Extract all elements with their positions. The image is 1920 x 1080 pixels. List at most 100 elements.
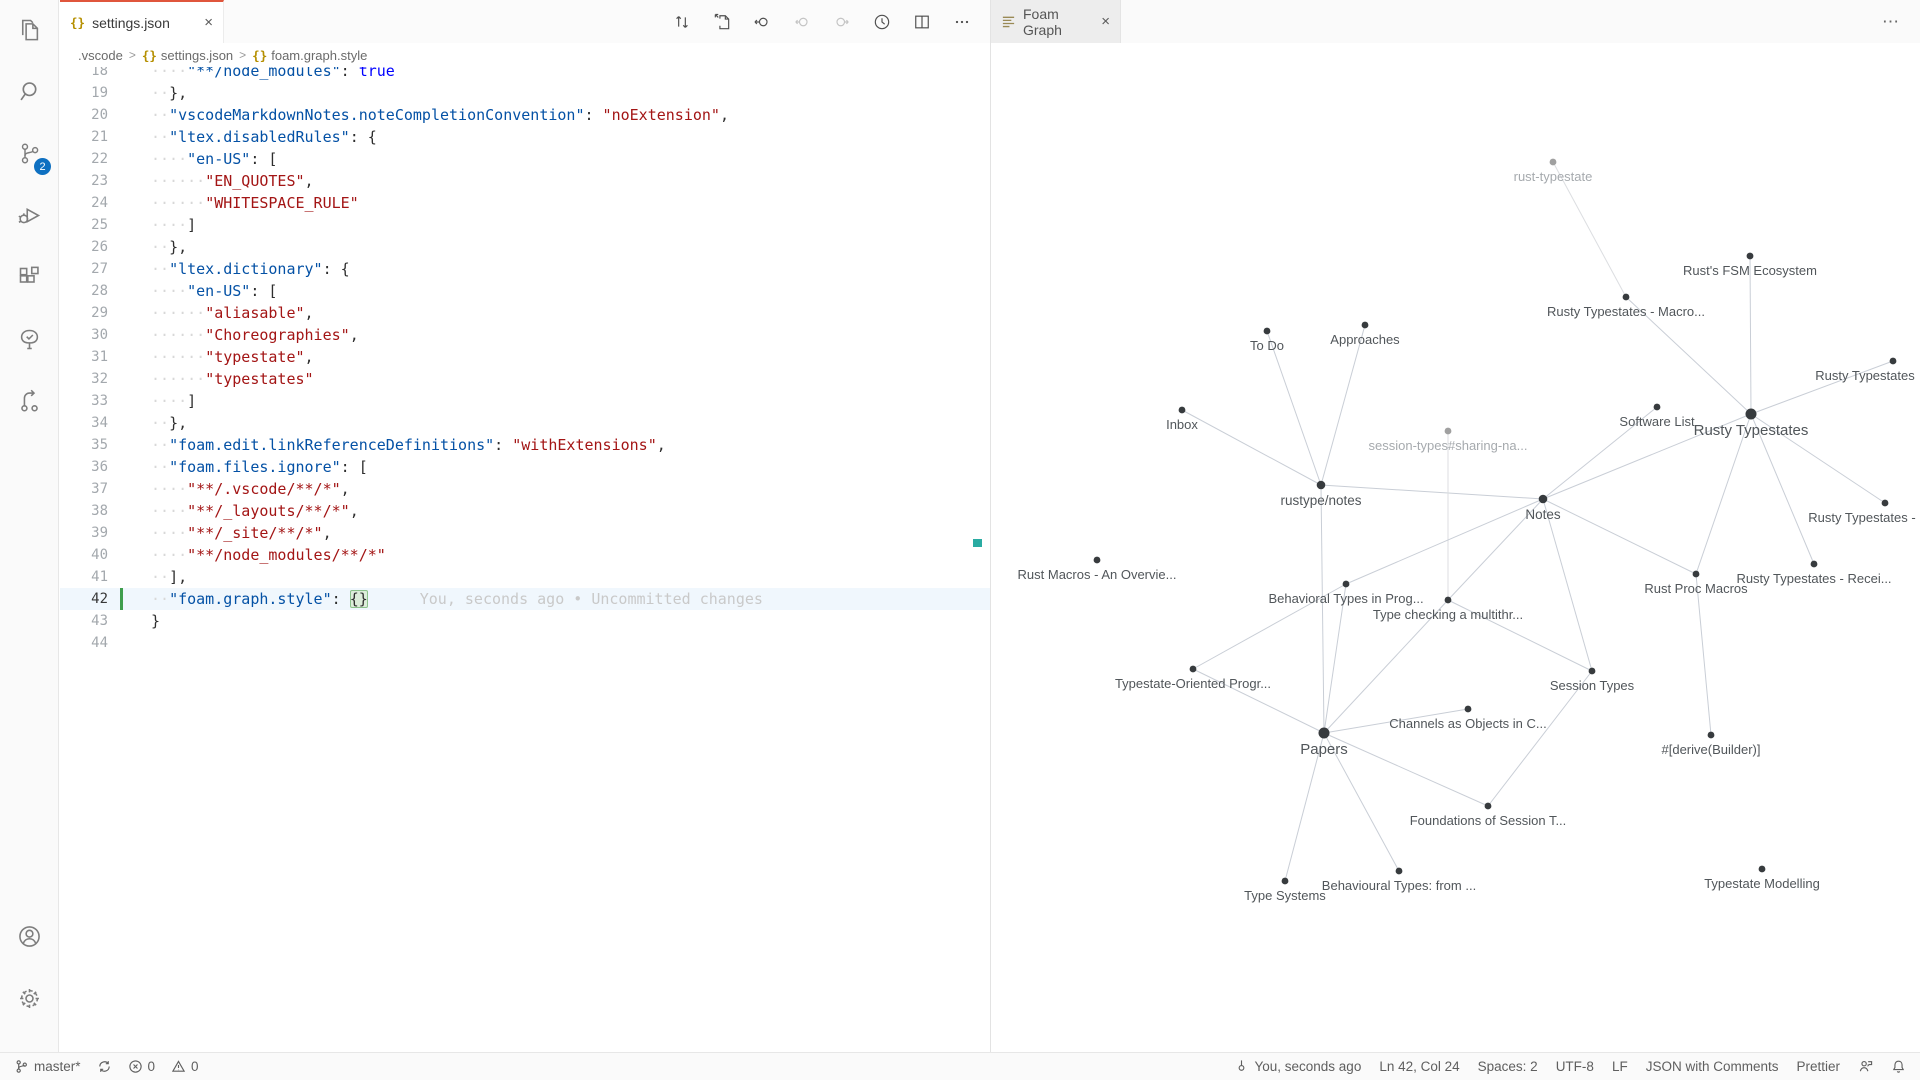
code-text: ····"**/node_modules/**/*" xyxy=(151,544,386,566)
graph-node[interactable] xyxy=(1396,868,1403,875)
code-line[interactable]: 24······"WHITESPACE_RULE" xyxy=(60,192,990,214)
split-editor-icon[interactable] xyxy=(912,12,932,32)
status-item-problems-errors[interactable]: 0 xyxy=(128,1059,156,1074)
graph-node[interactable] xyxy=(1319,728,1330,739)
previous-change-icon[interactable] xyxy=(752,12,772,32)
code-line[interactable]: 44 xyxy=(60,632,990,654)
code-line[interactable]: 29······"aliasable", xyxy=(60,302,990,324)
activity-item-todo-tree[interactable] xyxy=(8,318,50,360)
code-line[interactable]: 33····] xyxy=(60,390,990,412)
graph-node[interactable] xyxy=(1693,571,1700,578)
breadcrumb-item[interactable]: .vscode xyxy=(78,48,123,63)
graph-node[interactable] xyxy=(1445,428,1452,435)
graph-node[interactable] xyxy=(1747,253,1754,260)
graph-node[interactable] xyxy=(1282,878,1289,885)
activity-item-extensions[interactable] xyxy=(8,256,50,298)
code-line[interactable]: 35··"foam.edit.linkReferenceDefinitions"… xyxy=(60,434,990,456)
status-item-blame-status[interactable]: You, seconds ago xyxy=(1234,1059,1361,1074)
code-line[interactable]: 23······"EN_QUOTES", xyxy=(60,170,990,192)
breadcrumb-item[interactable]: {}foam.graph.style xyxy=(252,48,367,63)
tab-settings-json[interactable]: {} settings.json × xyxy=(60,0,224,43)
graph-node-label: #[derive(Builder)] xyxy=(1662,742,1761,757)
code-line[interactable]: 20··"vscodeMarkdownNotes.noteCompletionC… xyxy=(60,104,990,126)
code-line[interactable]: 31······"typestate", xyxy=(60,346,990,368)
code-line[interactable]: 34··}, xyxy=(60,412,990,434)
status-item-eol[interactable]: LF xyxy=(1612,1059,1628,1074)
graph-node[interactable] xyxy=(1264,328,1271,335)
graph-node[interactable] xyxy=(1890,358,1897,365)
graph-node[interactable] xyxy=(1179,407,1186,414)
status-item-encoding[interactable]: UTF-8 xyxy=(1556,1059,1594,1074)
line-number: 25 xyxy=(60,214,118,236)
code-line[interactable]: 40····"**/node_modules/**/*" xyxy=(60,544,990,566)
code-line[interactable]: 26··}, xyxy=(60,236,990,258)
close-icon[interactable]: × xyxy=(204,14,213,31)
status-item-language-mode[interactable]: JSON with Comments xyxy=(1646,1059,1779,1074)
graph-node[interactable] xyxy=(1550,159,1557,166)
activity-item-explorer[interactable] xyxy=(8,8,50,50)
graph-node[interactable] xyxy=(1746,409,1757,420)
activity-item-search[interactable] xyxy=(8,70,50,112)
activity-item-account[interactable] xyxy=(8,915,50,957)
graph-node[interactable] xyxy=(1654,404,1661,411)
activity-item-gitlens[interactable] xyxy=(8,380,50,422)
code-line[interactable]: 30······"Choreographies", xyxy=(60,324,990,346)
editor-sash[interactable] xyxy=(990,0,991,1052)
git-compare-icon[interactable] xyxy=(672,12,692,32)
graph-node[interactable] xyxy=(1190,666,1197,673)
code-line[interactable]: 28····"en-US": [ xyxy=(60,280,990,302)
code-line[interactable]: 43} xyxy=(60,610,990,632)
graph-node[interactable] xyxy=(1317,481,1326,490)
code-line[interactable]: 27··"ltex.dictionary": { xyxy=(60,258,990,280)
graph-node[interactable] xyxy=(1539,495,1548,504)
graph-node[interactable] xyxy=(1094,557,1101,564)
status-item-sync[interactable] xyxy=(97,1059,112,1074)
graph-node[interactable] xyxy=(1362,322,1369,329)
graph-node[interactable] xyxy=(1445,597,1452,604)
graph-node[interactable] xyxy=(1485,803,1492,810)
tab-foam-graph[interactable]: Foam Graph × xyxy=(991,0,1121,43)
gitlens-blame: You, seconds ago • Uncommitted changes xyxy=(420,590,763,608)
code-line[interactable]: 36··"foam.files.ignore": [ xyxy=(60,456,990,478)
code-line[interactable]: 37····"**/.vscode/**/*", xyxy=(60,478,990,500)
status-item-problems-warnings[interactable]: 0 xyxy=(171,1059,199,1074)
code-line[interactable]: 21··"ltex.disabledRules": { xyxy=(60,126,990,148)
status-item-git-branch[interactable]: master* xyxy=(14,1059,81,1074)
breadcrumb[interactable]: .vscode>{}settings.json>{}foam.graph.sty… xyxy=(60,43,990,67)
breadcrumb-item[interactable]: {}settings.json xyxy=(142,48,233,63)
status-item-indentation[interactable]: Spaces: 2 xyxy=(1478,1059,1538,1074)
foam-graph-canvas[interactable]: rust-typestateRust's FSM EcosystemRusty … xyxy=(991,43,1920,1052)
graph-node[interactable] xyxy=(1882,500,1889,507)
code-line[interactable]: 25····] xyxy=(60,214,990,236)
open-changes-icon[interactable] xyxy=(712,12,732,32)
file-history-icon[interactable] xyxy=(872,12,892,32)
graph-node[interactable] xyxy=(1759,866,1766,873)
gutter-change-marker xyxy=(120,258,123,280)
status-item-feedback[interactable] xyxy=(1858,1059,1873,1074)
status-item-cursor-position[interactable]: Ln 42, Col 24 xyxy=(1379,1059,1459,1074)
code-line[interactable]: 41··], xyxy=(60,566,990,588)
graph-node[interactable] xyxy=(1465,706,1472,713)
graph-node[interactable] xyxy=(1811,561,1818,568)
code-editor[interactable]: 18····"**/node_modules": true19··},20··"… xyxy=(60,60,990,1052)
activity-item-settings[interactable] xyxy=(8,977,50,1019)
more-actions-icon[interactable]: ⋯ xyxy=(1882,0,1920,43)
status-item-notifications[interactable] xyxy=(1891,1059,1906,1074)
close-icon[interactable]: × xyxy=(1101,13,1110,30)
code-line[interactable]: 22····"en-US": [ xyxy=(60,148,990,170)
code-line[interactable]: 32······"typestates" xyxy=(60,368,990,390)
graph-node[interactable] xyxy=(1589,668,1596,675)
code-line[interactable]: 38····"**/_layouts/**/*", xyxy=(60,500,990,522)
code-line[interactable]: 39····"**/_site/**/*", xyxy=(60,522,990,544)
more-actions-icon[interactable] xyxy=(952,12,972,32)
graph-node[interactable] xyxy=(1343,581,1350,588)
activity-item-run-debug[interactable] xyxy=(8,194,50,236)
code-line[interactable]: 42··"foam.graph.style": {}You, seconds a… xyxy=(60,588,990,610)
activity-item-source-control[interactable]: 2 xyxy=(8,132,50,174)
graph-edge xyxy=(1182,410,1321,485)
status-item-formatter[interactable]: Prettier xyxy=(1796,1059,1840,1074)
code-line[interactable]: 19··}, xyxy=(60,82,990,104)
graph-node[interactable] xyxy=(1708,732,1715,739)
status-label: 0 xyxy=(191,1059,199,1074)
graph-node[interactable] xyxy=(1623,294,1630,301)
